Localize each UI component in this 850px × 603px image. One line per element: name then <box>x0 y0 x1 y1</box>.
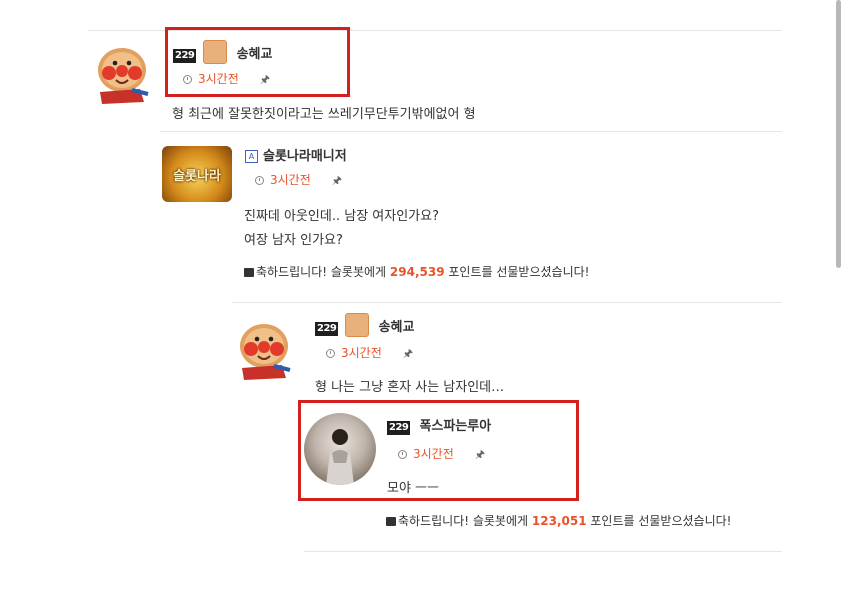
timestamp: 3시간전 <box>270 173 311 187</box>
comment-body-line: 여장 남자 인가요? <box>244 233 343 248</box>
anpanman-avatar-icon <box>98 48 149 104</box>
timestamp: 3시간전 <box>341 346 382 360</box>
gift-icon <box>386 517 396 526</box>
gift-icon <box>244 268 254 277</box>
gift-notice: 축하드립니다! 슬롯봇에게 123,051 포인트를 선물받으셨습니다! <box>386 512 731 529</box>
clock-icon <box>255 176 264 185</box>
comment-body-line: 진짜데 아웃인데.. 남장 여자인가요? <box>244 209 440 224</box>
clock-icon <box>326 349 335 358</box>
comment-meta: 3시간전 🖈 <box>255 169 342 191</box>
divider <box>304 551 782 552</box>
divider <box>232 302 782 303</box>
comment-header: 229 송혜교 <box>315 313 414 337</box>
scrollbar-thumb[interactable] <box>836 0 841 268</box>
manager-avatar[interactable]: 슬롯나라 <box>162 146 232 202</box>
comment-body: 형 최근에 잘못한짓이라고는 쓰레기무단투기밖에없어 형 <box>172 107 476 122</box>
manager-avatar-text: 슬롯나라 <box>173 169 221 184</box>
nickname[interactable]: 슬롯나라매니저 <box>263 149 347 164</box>
avatar[interactable] <box>234 318 294 382</box>
pin-icon[interactable]: 🖈 <box>332 174 342 187</box>
pin-icon[interactable]: 🖈 <box>403 347 413 360</box>
highlight-box <box>298 400 579 501</box>
anpanman-avatar-icon <box>240 324 291 380</box>
highlight-box <box>165 27 350 97</box>
avatar[interactable] <box>92 42 152 106</box>
gift-points: 294,539 <box>389 265 445 279</box>
comment-header: A 슬롯나라매니저 <box>245 145 347 164</box>
admin-badge-icon: A <box>245 150 258 163</box>
gift-notice: 축하드립니다! 슬롯봇에게 294,539 포인트를 선물받으셨습니다! <box>244 263 589 280</box>
level-badge: 229 <box>315 322 339 336</box>
comment-meta: 3시간전 🖈 <box>326 342 413 364</box>
gift-points: 123,051 <box>531 514 587 528</box>
user-icon <box>345 313 370 337</box>
divider <box>160 131 782 132</box>
comment-body: 형 나는 그냥 혼자 사는 남자인데… <box>315 380 505 395</box>
nickname[interactable]: 송혜교 <box>379 320 415 335</box>
